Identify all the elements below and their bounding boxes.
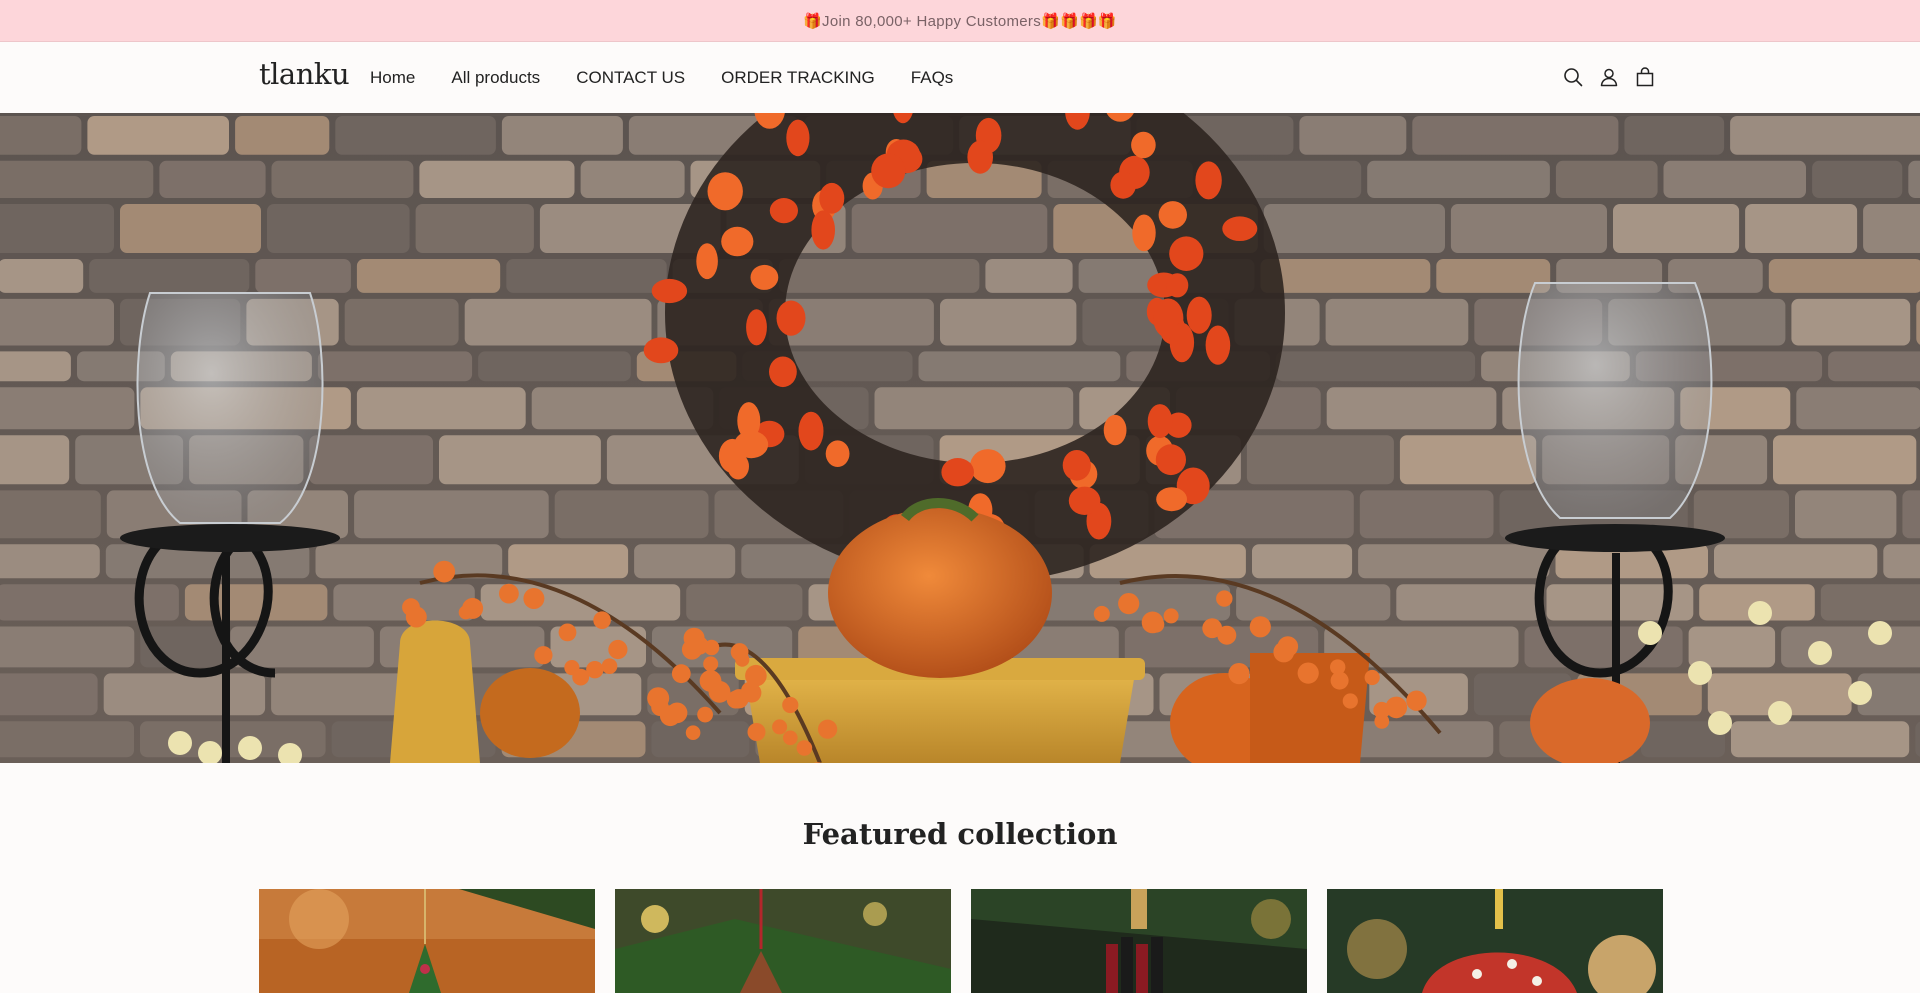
search-icon[interactable] xyxy=(1562,66,1584,88)
pumpkin xyxy=(828,508,1052,678)
main-nav: Home All products CONTACT US ORDER TRACK… xyxy=(370,42,989,113)
product-card[interactable] xyxy=(971,889,1307,993)
hero-image xyxy=(0,113,1920,763)
product-card[interactable] xyxy=(259,889,595,993)
product-card[interactable] xyxy=(1327,889,1663,993)
nav-faqs[interactable]: FAQs xyxy=(911,68,954,88)
account-icon[interactable] xyxy=(1598,66,1620,88)
nav-order-tracking[interactable]: ORDER TRACKING xyxy=(721,68,875,88)
nav-home[interactable]: Home xyxy=(370,68,415,88)
nav-all-products[interactable]: All products xyxy=(451,68,540,88)
product-card[interactable] xyxy=(615,889,951,993)
cart-icon[interactable] xyxy=(1634,66,1656,88)
product-image xyxy=(615,889,951,993)
announcement-text: 🎁Join 80,000+ Happy Customers🎁🎁🎁🎁 xyxy=(803,12,1117,30)
product-image xyxy=(1327,889,1663,993)
header-icons xyxy=(1562,66,1656,88)
announcement-bar: 🎁Join 80,000+ Happy Customers🎁🎁🎁🎁 xyxy=(0,0,1920,42)
nav-contact-us[interactable]: CONTACT US xyxy=(576,68,685,88)
product-image xyxy=(259,889,595,993)
site-logo[interactable]: tlanku xyxy=(259,57,350,91)
product-image xyxy=(971,889,1307,993)
site-header: tlanku Home All products CONTACT US ORDE… xyxy=(0,42,1920,113)
product-grid xyxy=(259,889,1663,993)
featured-collection-title: Featured collection xyxy=(802,817,1118,851)
hero-banner xyxy=(0,113,1920,763)
